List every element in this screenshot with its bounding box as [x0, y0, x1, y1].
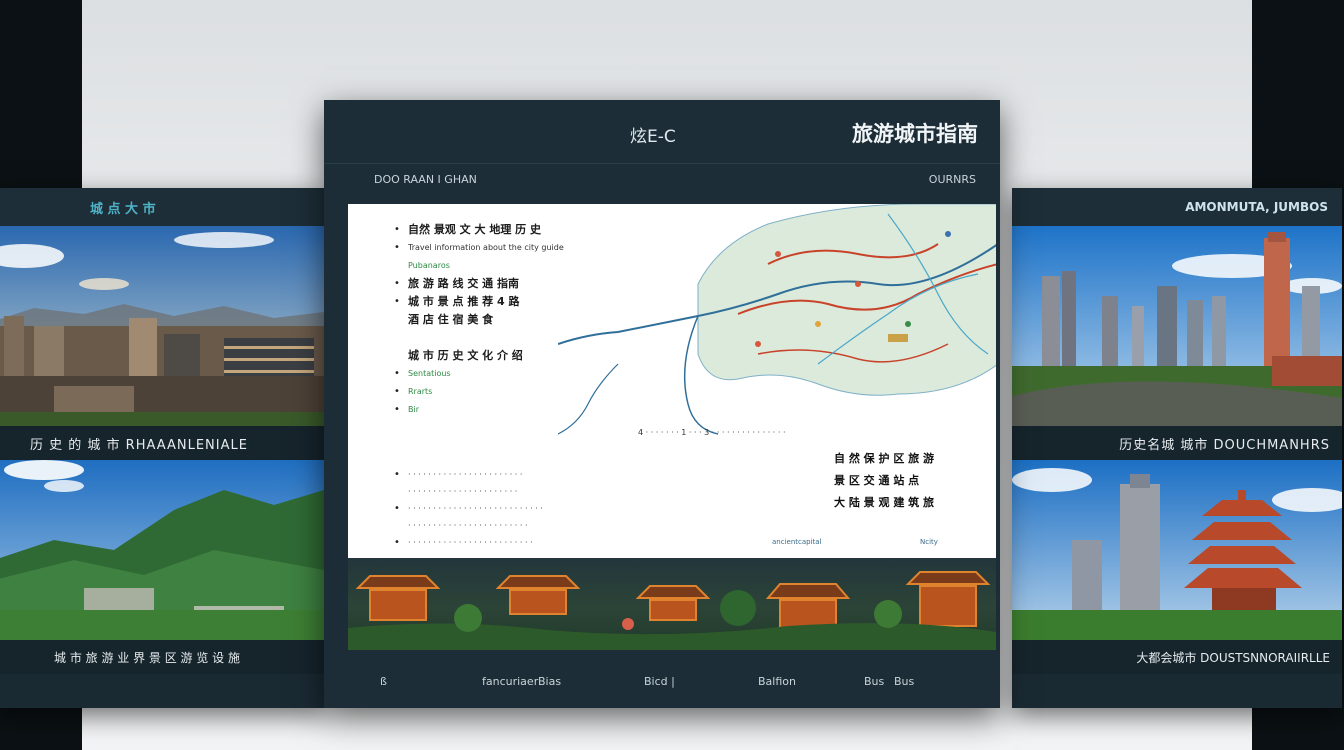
note-line: 景 区 交 通 站 点 [834, 474, 920, 487]
subheader-right[interactable]: OURNRS [929, 173, 976, 186]
list-item[interactable]: 酒 店 住 宿 美 食 [394, 312, 694, 326]
list-item: • Sentatious [394, 367, 451, 379]
doc-footer-link-right[interactable]: Ncity [920, 538, 938, 546]
guide-topic-list: • 自然 景观 文 大 地理 历 史 • Travel information ab… [394, 222, 694, 420]
list-item: Pubanaros [408, 260, 450, 270]
footer-item[interactable]: fancuriaer [482, 675, 538, 688]
right-city-panel[interactable]: AMONMUTA, JUMBOS 历史名城 城市 DOUCHMANHRS 大都会… [1012, 188, 1342, 708]
list-item: • Travel information about the city guide [394, 241, 564, 253]
map-scale-text: 4 · · · · · · · 1 · · · 3 · · · · · · · … [638, 428, 786, 437]
left-footer: 城 市 旅 游 业 界 景 区 游 览 设 施 [0, 640, 324, 674]
right-pagoda-image [1012, 460, 1342, 640]
guide-notes: 自 然 保 护 区 旅 游 景 区 交 通 站 点 大 陆 景 观 建 筑 旅 [834, 450, 964, 516]
list-item[interactable]: • 自然 景观 文 大 地理 历 史 [394, 222, 694, 236]
left-panel-header: 城 点 大 市 [0, 188, 324, 226]
temple-illustration-strip [348, 558, 996, 650]
left-cityscape-image [0, 226, 324, 426]
center-subheader: DOO RAAN I GHAN OURNRS [324, 164, 1000, 194]
guide-document: • 自然 景观 文 大 地理 历 史 • Travel information ab… [348, 204, 996, 558]
list-item: • Bir [394, 403, 419, 415]
footer-item[interactable]: Bias [538, 675, 561, 688]
left-mountain-image [0, 460, 324, 640]
list-item: • Rrarts [394, 385, 433, 397]
list-item[interactable]: 城 市 历 史 文 化 介 绍 [394, 348, 694, 362]
left-caption: 历 史 的 城 市 RHAAANLENIALE [0, 426, 324, 460]
right-panel-header: AMONMUTA, JUMBOS [1012, 188, 1342, 226]
brand-label[interactable]: 炫E-C [630, 122, 676, 147]
doc-footer-link-left[interactable]: ancientcapital [772, 538, 822, 546]
footer-item[interactable]: ß [380, 675, 387, 688]
detail-row: · · · · · · · · · · · · · · · · · · · · … [408, 520, 528, 530]
center-header: 炫E-C 旅游城市指南 [324, 100, 1000, 164]
detail-row: • · · · · · · · · · · · · · · · · · · · ·… [394, 536, 533, 548]
footer-item[interactable]: Bicd | [644, 675, 675, 688]
note-line: 大 陆 景 观 建 筑 旅 [834, 496, 934, 509]
list-item[interactable]: • 旅 游 路 线 交 通 指南 [394, 276, 694, 290]
detail-row: • · · · · · · · · · · · · · · · · · · · ·… [394, 468, 523, 480]
detail-row: • · · · · · · · · · · · · · · · · · · · ·… [394, 502, 543, 514]
detail-row: · · · · · · · · · · · · · · · · · · · · … [408, 486, 518, 496]
center-footer: ß fancuriaer Bias Bicd | Balfion Bus Bus [324, 654, 1000, 708]
footer-item[interactable]: Balfion [758, 675, 796, 688]
right-caption: 历史名城 城市 DOUCHMANHRS [1012, 426, 1342, 460]
page-title: 旅游城市指南 [852, 122, 978, 146]
list-item[interactable]: • 城 市 景 点 推 荐 4 路 [394, 294, 694, 308]
footer-item[interactable]: Bus [894, 675, 914, 688]
footer-item[interactable]: Bus [864, 675, 884, 688]
left-city-panel[interactable]: 城 点 大 市 历 史 的 城 市 RHAAANLENIALE 城 市 旅 游 … [0, 188, 324, 708]
guide-detail-list: • · · · · · · · · · · · · · · · · · · · ·… [394, 466, 814, 551]
right-skyline-image [1012, 226, 1342, 426]
right-footer: 大都会城市 DOUSTSNNORAIIRLLE [1012, 640, 1342, 674]
subheader-left[interactable]: DOO RAAN I GHAN [374, 173, 477, 186]
note-line: 自 然 保 护 区 旅 游 [834, 452, 934, 465]
center-guide-panel[interactable]: 炫E-C 旅游城市指南 DOO RAAN I GHAN OURNRS • 自然 … [324, 100, 1000, 708]
